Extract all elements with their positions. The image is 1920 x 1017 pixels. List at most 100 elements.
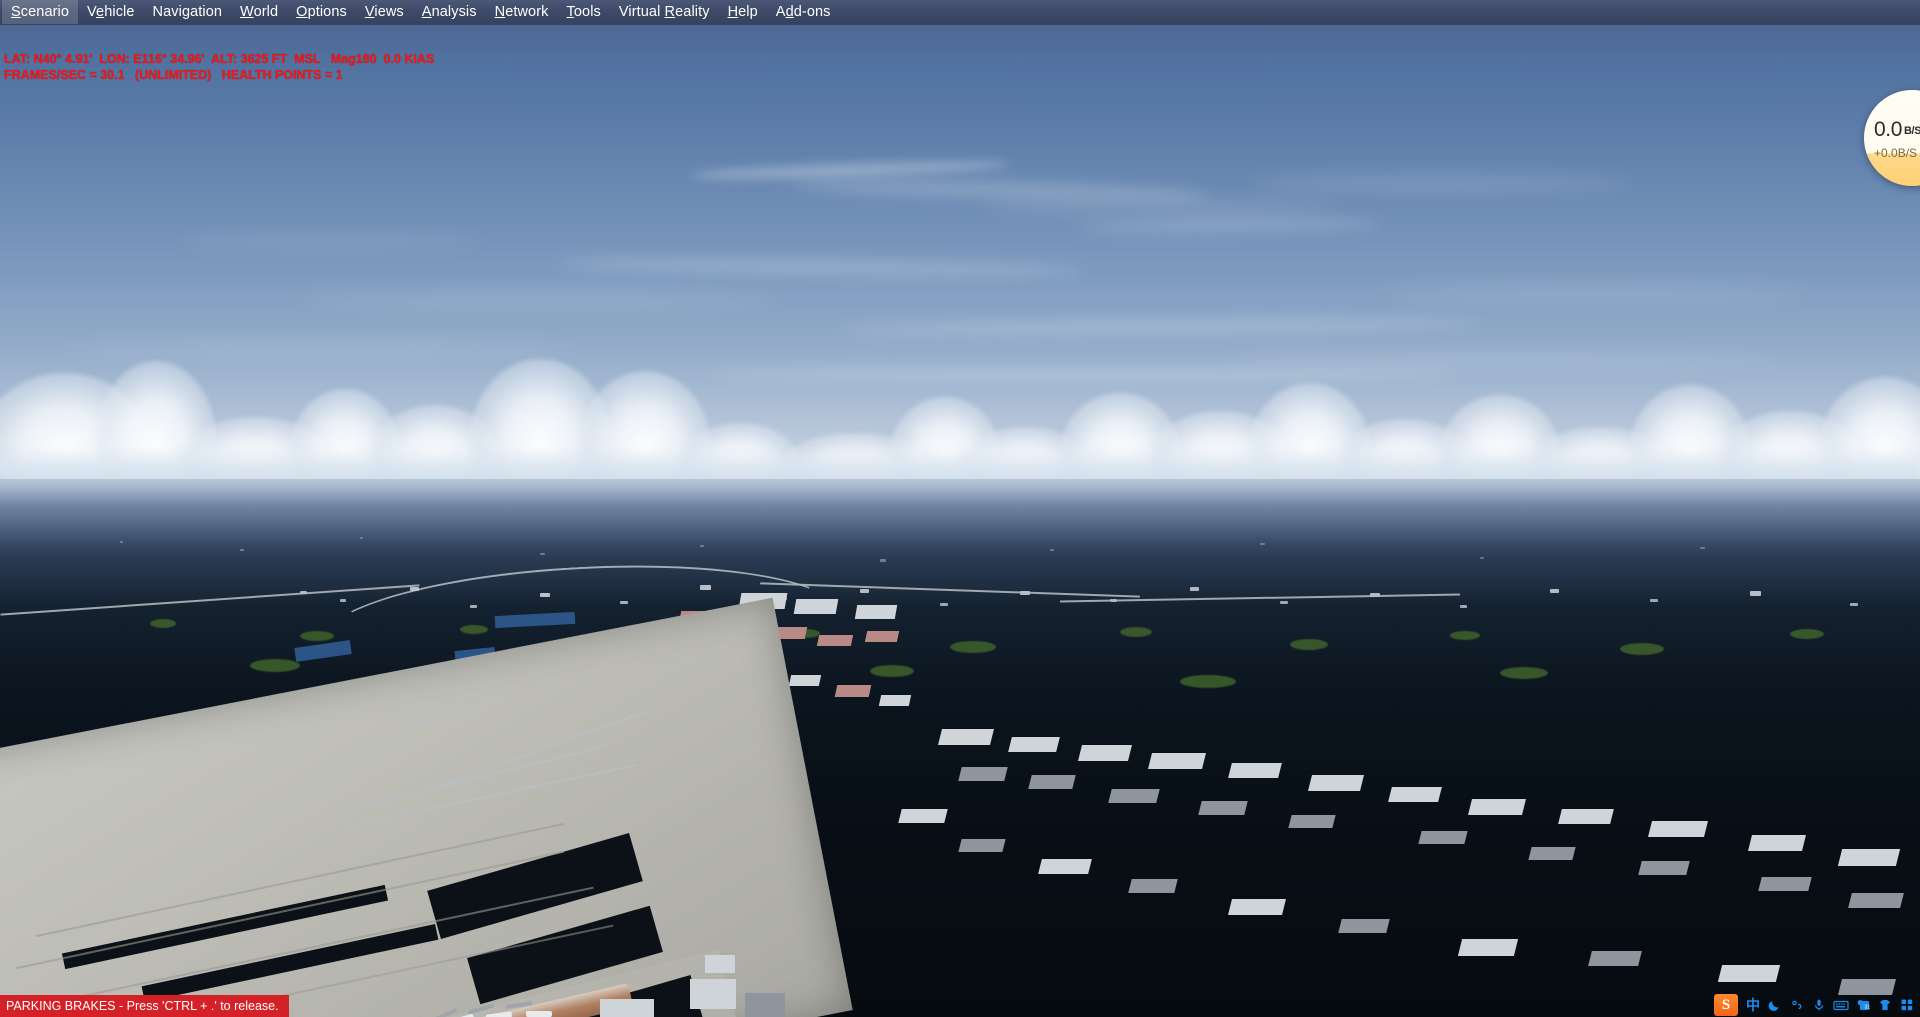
calendar-icon[interactable]: 31 xyxy=(1852,994,1874,1016)
suburb-block xyxy=(1370,593,1380,597)
soft-keyboard-icon[interactable] xyxy=(1830,994,1852,1016)
distant-city-speck xyxy=(1700,547,1705,549)
jet-bridge xyxy=(432,1007,458,1017)
suburb-block xyxy=(340,599,346,602)
menu-item-navigation[interactable]: Navigation xyxy=(144,0,232,24)
tree-cluster xyxy=(620,637,660,648)
moon-mode-icon[interactable] xyxy=(1764,994,1786,1016)
menu-item-help[interactable]: Help xyxy=(719,0,767,24)
warehouse-building xyxy=(854,605,898,619)
warehouse-building xyxy=(1028,775,1076,789)
near-building xyxy=(745,993,785,1017)
apron-gap xyxy=(467,905,663,1005)
menu-item-add-ons[interactable]: Add-ons xyxy=(767,0,840,24)
tree-cluster xyxy=(1620,643,1664,655)
suburb-block xyxy=(780,597,787,600)
sky-background xyxy=(0,24,1920,544)
near-building xyxy=(690,979,736,1009)
warehouse-building xyxy=(1078,745,1132,761)
warehouse-building xyxy=(1418,831,1468,844)
warehouse-building xyxy=(1008,737,1060,752)
warehouse-building xyxy=(834,685,872,697)
suburb-block xyxy=(700,585,711,590)
tree-cluster xyxy=(950,641,996,653)
menu-item-views[interactable]: Views xyxy=(356,0,413,24)
warehouse-building xyxy=(1308,775,1364,791)
highway-road xyxy=(0,584,420,616)
apron-gap xyxy=(517,975,703,1017)
svg-text:31: 31 xyxy=(1864,1004,1870,1010)
parked-aircraft xyxy=(526,1011,552,1017)
parked-aircraft xyxy=(447,1013,475,1017)
warehouse-building xyxy=(1388,787,1442,802)
warehouse-building xyxy=(1528,847,1576,860)
warehouse-building xyxy=(1558,809,1614,824)
jet-bridge xyxy=(505,1001,533,1009)
network-speed-number: 0.0 xyxy=(1874,118,1902,141)
voice-input-icon[interactable] xyxy=(1808,994,1830,1016)
input-mode-chinese-icon[interactable]: 中 xyxy=(1742,994,1764,1016)
menu-item-label: World xyxy=(240,4,279,20)
warehouse-building xyxy=(1468,799,1526,815)
toolbox-icon[interactable] xyxy=(1896,994,1918,1016)
punctuation-icon[interactable] xyxy=(1786,994,1808,1016)
network-speed-delta: +0.0B/S xyxy=(1874,146,1918,160)
warehouse-building xyxy=(938,729,994,745)
sogou-ime-toolbar[interactable]: S 中 31 xyxy=(1714,993,1920,1017)
warehouse-building xyxy=(1717,965,1781,982)
terrain-ground xyxy=(0,479,1920,1017)
tree-cluster xyxy=(460,625,488,634)
menu-item-world[interactable]: World xyxy=(231,0,287,24)
taxiway-line xyxy=(35,822,565,938)
taxiway-line xyxy=(15,850,565,970)
menu-item-scenario[interactable]: Scenario xyxy=(2,0,79,24)
apron-gap xyxy=(61,884,389,970)
menu-item-label: Options xyxy=(296,4,347,20)
suburb-block xyxy=(940,603,948,606)
tree-cluster xyxy=(1450,631,1480,640)
menu-item-label: Virtual Reality xyxy=(618,4,710,20)
menu-item-label: Analysis xyxy=(421,4,477,20)
warehouse-building xyxy=(1038,859,1092,874)
water-body xyxy=(294,640,352,662)
warehouse-building xyxy=(788,675,822,686)
suburb-block xyxy=(620,601,628,604)
tree-cluster xyxy=(1790,629,1824,639)
warehouse-building xyxy=(1108,789,1160,803)
warehouse-building xyxy=(1758,877,1812,891)
suburb-block xyxy=(1110,599,1117,602)
suburb-block xyxy=(300,591,307,594)
menu-item-label: Tools xyxy=(566,4,601,20)
sogou-logo-icon[interactable]: S xyxy=(1714,994,1738,1016)
warehouse-building xyxy=(1648,821,1708,837)
menu-item-vehicle[interactable]: Vehicle xyxy=(78,0,143,24)
menu-item-label: Network xyxy=(494,4,549,20)
warehouse-building xyxy=(816,635,854,646)
menu-item-label: Navigation xyxy=(152,4,223,20)
menu-item-virtual-reality[interactable]: Virtual Reality xyxy=(610,0,719,24)
menu-item-label: Add-ons xyxy=(775,4,831,20)
warehouse-building xyxy=(722,619,756,630)
distant-city-speck xyxy=(1480,557,1484,559)
tree-cluster xyxy=(560,671,620,685)
menu-item-network[interactable]: Network xyxy=(486,0,558,24)
warehouse-building xyxy=(898,809,948,823)
suburb-block xyxy=(410,587,419,591)
distant-city-speck xyxy=(880,559,886,562)
suburb-block xyxy=(1460,605,1467,608)
skin-icon[interactable] xyxy=(1874,994,1896,1016)
apron-gap xyxy=(427,833,643,939)
warehouse-building xyxy=(1228,899,1286,915)
warehouse-building xyxy=(793,599,839,614)
suburb-block xyxy=(860,589,869,593)
warehouse-building xyxy=(1588,951,1642,966)
menu-item-analysis[interactable]: Analysis xyxy=(413,0,486,24)
menu-item-tools[interactable]: Tools xyxy=(558,0,610,24)
menu-item-options[interactable]: Options xyxy=(287,0,356,24)
distant-city-speck xyxy=(540,553,545,555)
tree-cluster xyxy=(150,619,176,628)
warehouse-building xyxy=(1638,861,1690,875)
water-body xyxy=(494,611,576,629)
apron-gap xyxy=(141,923,439,1003)
simulator-3d-viewport[interactable]: LAT: N40° 4.91' LON: E116° 34.96' ALT: 3… xyxy=(0,24,1920,1017)
